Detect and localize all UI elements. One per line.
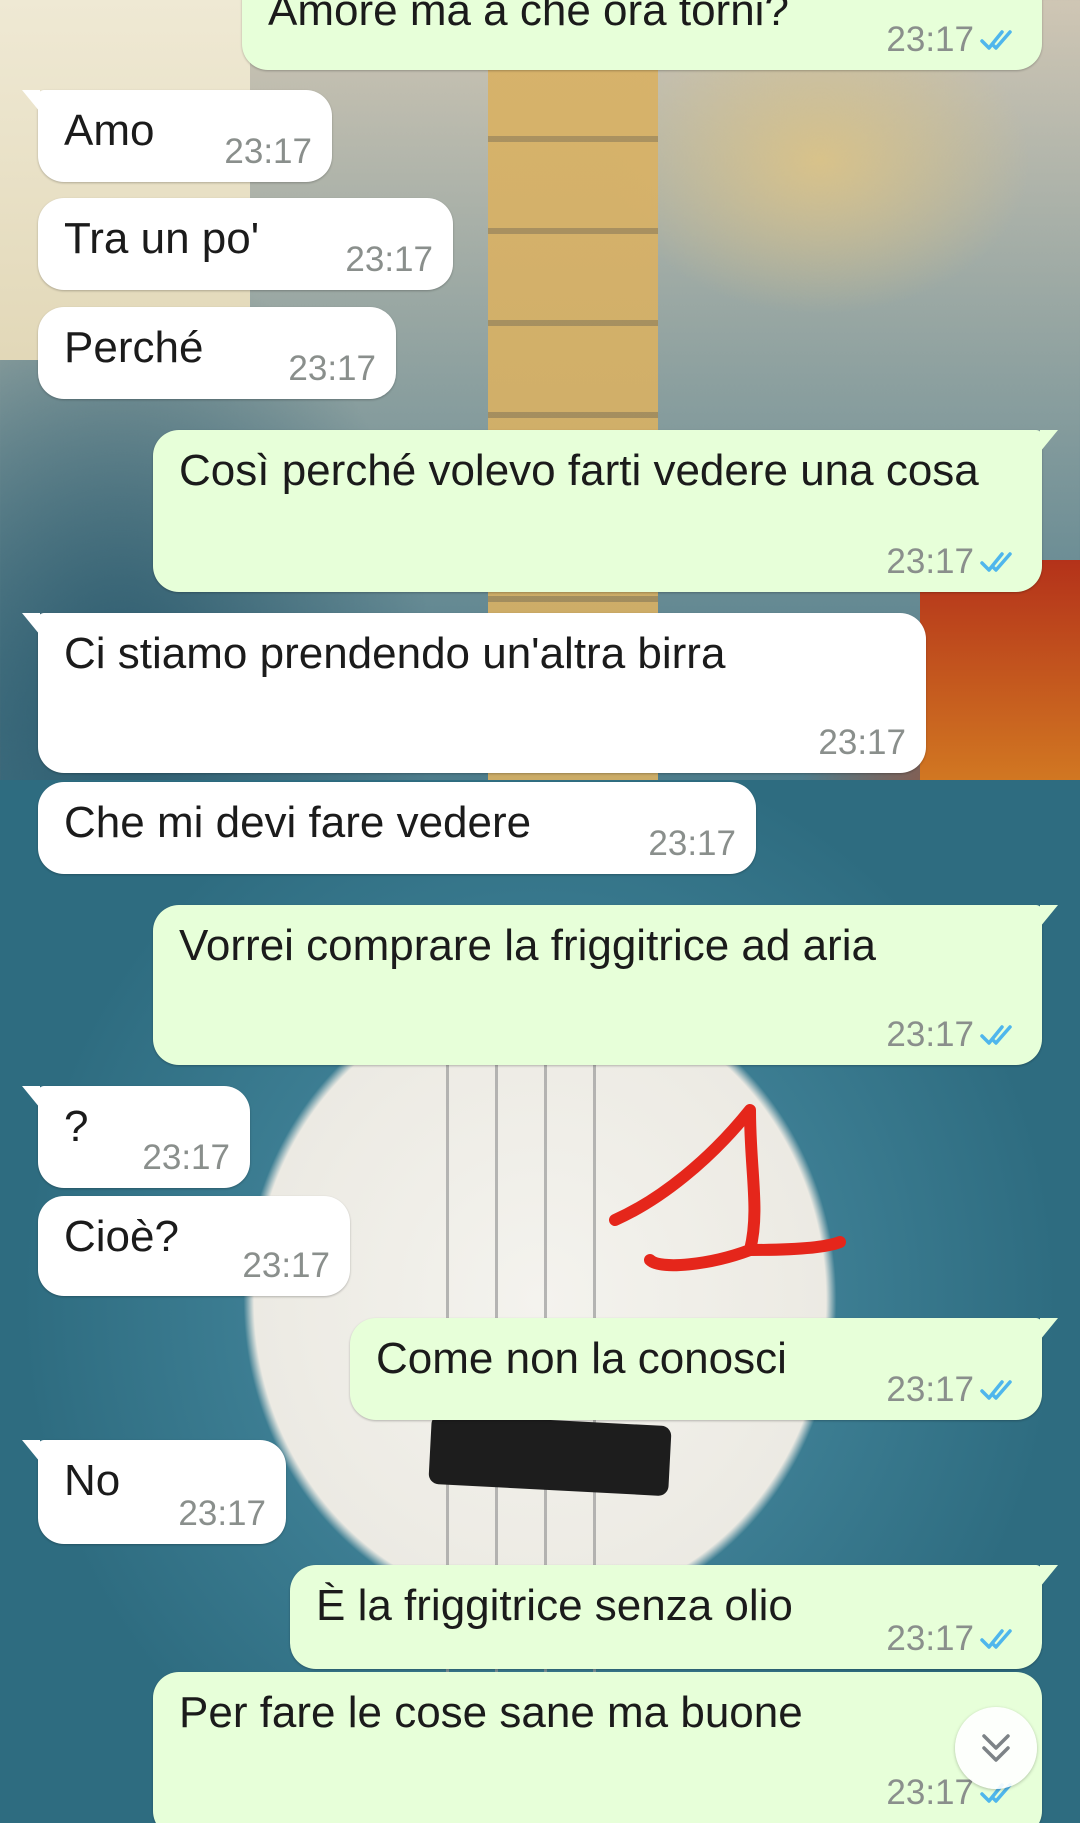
bubble-tail xyxy=(1040,430,1058,452)
message-meta: 23:17 xyxy=(142,1138,230,1178)
message-time: 23:17 xyxy=(886,1015,974,1054)
message-time: 23:17 xyxy=(288,349,376,388)
message-outgoing[interactable]: È la friggitrice senza olio 23:17 xyxy=(290,1565,1058,1669)
message-meta: 23:17 xyxy=(178,1494,266,1534)
chat-conversation[interactable]: Amore ma a che ora torni? 23:17 Amo 23:1… xyxy=(0,0,1080,1823)
message-time: 23:17 xyxy=(886,542,974,581)
message-outgoing[interactable]: Amore ma a che ora torni? 23:17 xyxy=(242,0,1042,70)
bubble-tail xyxy=(22,1440,40,1462)
message-text: Che mi devi fare vedere xyxy=(64,798,532,847)
message-time: 23:17 xyxy=(886,1773,974,1812)
message-outgoing[interactable]: Vorrei comprare la friggitrice ad aria 2… xyxy=(153,905,1058,1065)
message-meta: 23:17 xyxy=(818,723,906,763)
message-time: 23:17 xyxy=(886,20,974,59)
message-meta: 23:17 xyxy=(224,132,312,172)
message-time: 23:17 xyxy=(648,824,736,863)
message-time: 23:17 xyxy=(142,1138,230,1177)
message-time: 23:17 xyxy=(242,1246,330,1285)
message-incoming[interactable]: Ci stiamo prendendo un'altra birra 23:17 xyxy=(22,613,926,773)
message-meta: 23:17 xyxy=(288,349,376,389)
double-check-icon xyxy=(980,1025,1012,1045)
message-text: Ci stiamo prendendo un'altra birra xyxy=(64,629,726,678)
message-incoming[interactable]: Tra un po' 23:17 xyxy=(38,198,453,290)
message-text: Così perché volevo farti vedere una cosa xyxy=(179,446,979,495)
double-chevron-down-icon xyxy=(982,1734,1010,1762)
message-time: 23:17 xyxy=(224,132,312,171)
bubble-tail xyxy=(1040,905,1058,927)
message-time: 23:17 xyxy=(818,723,906,762)
bubble-tail xyxy=(22,90,40,112)
message-text: Per fare le cose sane ma buone xyxy=(179,1688,803,1737)
message-meta: 23:17 xyxy=(886,542,1022,582)
double-check-icon xyxy=(980,1380,1012,1400)
message-incoming[interactable]: Cioè? 23:17 xyxy=(38,1196,350,1296)
message-meta: 23:17 xyxy=(886,1015,1022,1055)
bubble-tail xyxy=(1040,1565,1058,1587)
bubble-tail xyxy=(1040,1318,1058,1340)
bubble-tail xyxy=(22,1086,40,1108)
double-check-icon xyxy=(980,552,1012,572)
message-incoming[interactable]: Perché 23:17 xyxy=(38,307,396,399)
message-incoming[interactable]: ? 23:17 xyxy=(22,1086,250,1188)
message-outgoing[interactable]: Come non la conosci 23:17 xyxy=(350,1318,1058,1420)
message-text: Vorrei comprare la friggitrice ad aria xyxy=(179,921,876,970)
message-time: 23:17 xyxy=(886,1370,974,1409)
message-time: 23:17 xyxy=(178,1494,266,1533)
message-meta: 23:17 xyxy=(242,1246,330,1286)
bubble-tail xyxy=(22,613,40,635)
message-meta: 23:17 xyxy=(886,1370,1022,1410)
message-incoming[interactable]: Che mi devi fare vedere 23:17 xyxy=(38,782,756,874)
double-check-icon xyxy=(980,1629,1012,1649)
double-check-icon xyxy=(980,30,1012,50)
message-meta: 23:17 xyxy=(345,240,433,280)
message-meta: 23:17 xyxy=(886,1619,1022,1659)
scroll-to-bottom-button[interactable] xyxy=(955,1707,1037,1789)
message-time: 23:17 xyxy=(886,1619,974,1658)
message-outgoing[interactable]: Così perché volevo farti vedere una cosa… xyxy=(153,430,1058,592)
message-incoming[interactable]: Amo 23:17 xyxy=(22,90,332,182)
message-incoming[interactable]: No 23:17 xyxy=(22,1440,286,1544)
message-meta: 23:17 xyxy=(886,20,1022,60)
message-outgoing[interactable]: Per fare le cose sane ma buone 23:17 xyxy=(153,1672,1042,1823)
message-meta: 23:17 xyxy=(648,824,736,864)
message-time: 23:17 xyxy=(345,240,433,279)
